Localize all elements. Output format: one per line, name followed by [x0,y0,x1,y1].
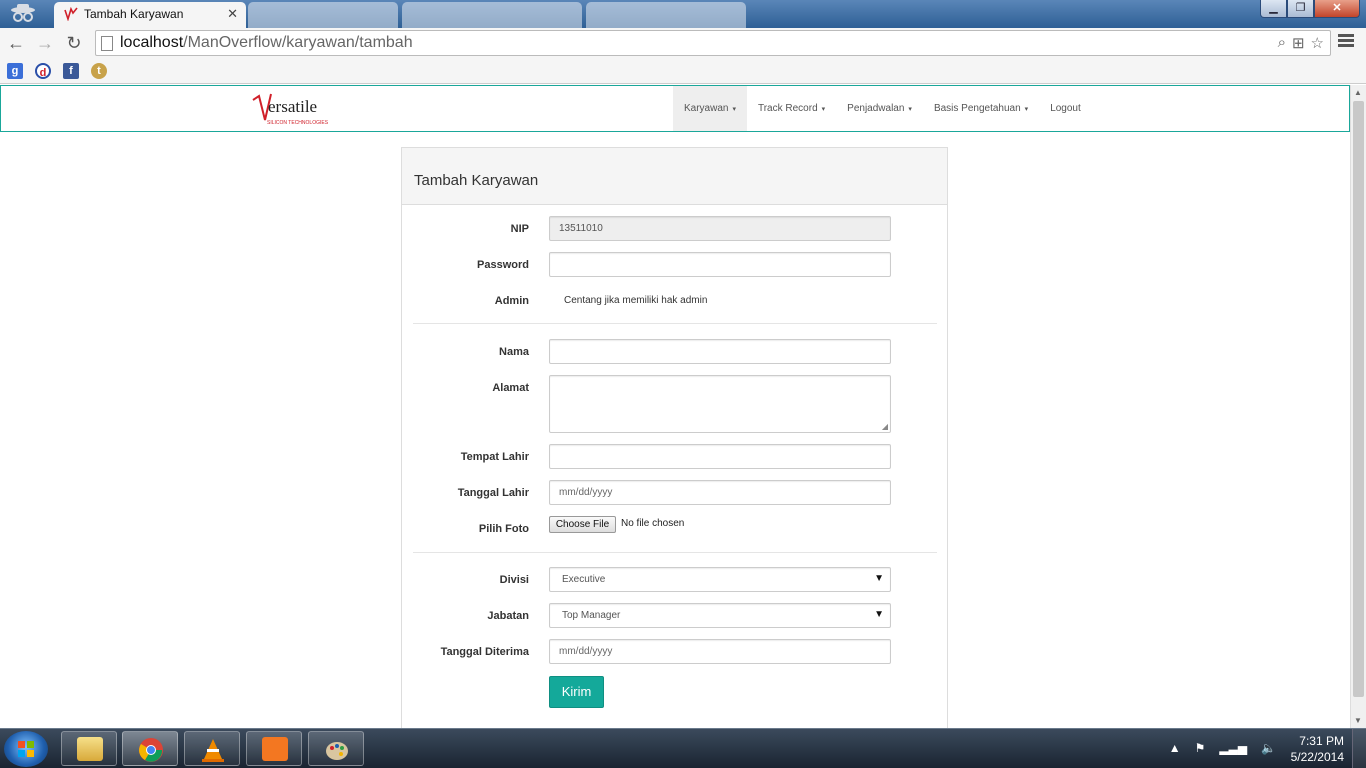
admin-checkbox-label[interactable]: Centang jika memiliki hak admin [564,295,707,306]
caret-down-icon: ▾ [1024,106,1029,113]
close-window-button[interactable]: ✕ [1314,0,1360,18]
page-icon [101,36,113,51]
divider [413,323,937,324]
vlc-cone-icon [200,737,226,762]
alamat-textarea[interactable]: ◢ [549,375,891,433]
scroll-thumb[interactable] [1353,101,1364,697]
clock-time: 7:31 PM [1299,734,1344,748]
reload-icon[interactable]: ↻ [63,32,85,54]
scroll-down-icon[interactable]: ▼ [1354,716,1362,725]
paint-palette-icon [324,737,350,761]
nip-label: NIP [510,223,529,235]
url-text: localhost/ManOverflow/karyawan/tambah [120,34,413,51]
window-controls: ▁ ❐ ✕ [1260,0,1360,18]
zoom-icon[interactable]: ⌕ [1278,34,1286,52]
site-navbar: ersatile SILICON TECHNOLOGIES Karyawan ▾ … [0,85,1350,132]
tab-inactive-3[interactable] [586,2,746,28]
maximize-button[interactable]: ❐ [1287,0,1314,18]
pilih-foto-label: Pilih Foto [478,523,529,535]
jabatan-select[interactable]: Top Manager ▼ [549,603,891,628]
nav-basis-pengetahuan[interactable]: Basis Pengetahuan ▾ [923,86,1039,131]
resize-grip-icon[interactable]: ◢ [882,422,888,431]
network-icon[interactable]: ▂▃▅ [1219,741,1247,755]
chrome-icon [138,737,164,762]
browser-titlebar: Tambah Karyawan ✕ ▁ ❐ ✕ [0,0,1366,28]
versatile-logo[interactable]: ersatile SILICON TECHNOLOGIES [251,90,331,133]
divisi-select[interactable]: Executive ▼ [549,567,891,592]
file-status: No file chosen [621,518,685,529]
taskbar-explorer[interactable] [61,731,117,766]
caret-down-icon: ▾ [732,106,736,113]
svg-text:SILICON TECHNOLOGIES: SILICON TECHNOLOGIES [267,120,329,126]
clock-date: 5/22/2014 [1290,750,1344,764]
nav-karyawan[interactable]: Karyawan ▾ [673,86,747,131]
caret-down-icon: ▾ [908,106,912,113]
bookmark-2-icon[interactable]: d [35,63,51,79]
versatile-favicon-icon [64,6,78,24]
xampp-icon [262,737,288,761]
nav-penjadwalan[interactable]: Penjadwalan ▾ [836,86,923,131]
taskbar-vlc[interactable] [184,731,240,766]
tab-inactive-1[interactable] [248,2,398,28]
volume-icon[interactable]: 🔈 [1261,741,1276,755]
page-viewport: ersatile SILICON TECHNOLOGIES Karyawan ▾ … [0,85,1350,728]
nav-track-record[interactable]: Track Record ▾ [747,86,836,131]
admin-label: Admin [494,295,529,307]
facebook-bookmark-icon[interactable]: f [63,63,79,79]
tambah-karyawan-panel: Tambah Karyawan NIP 13511010 Password Ad… [401,147,948,728]
windows-taskbar: ▲ ⚑ ▂▃▅ 🔈 7:31 PM 5/22/2014 [0,728,1366,768]
tempat-lahir-field[interactable] [549,444,891,469]
show-hidden-icons-icon[interactable]: ▲ [1169,741,1181,755]
back-icon[interactable]: ← [5,32,27,54]
tanggal-lahir-field[interactable]: mm/dd/yyyy [549,480,891,505]
taskbar-chrome[interactable] [122,731,178,766]
dropdown-arrow-icon: ▼ [874,609,884,620]
nama-field[interactable] [549,339,891,364]
scroll-up-icon[interactable]: ▲ [1354,88,1362,97]
action-center-icon[interactable]: ⚑ [1195,741,1206,755]
clock[interactable]: 7:31 PM 5/22/2014 [1291,733,1344,765]
nav-logout[interactable]: Logout [1039,86,1092,131]
dropdown-arrow-icon: ▼ [874,573,884,584]
show-desktop-button[interactable] [1352,729,1366,768]
nip-field: 13511010 [549,216,891,241]
tanggal-lahir-label: Tanggal Lahir [457,487,529,499]
kirim-button[interactable]: Kirim [549,676,604,708]
password-field[interactable] [549,252,891,277]
folder-icon [77,737,103,761]
forward-icon[interactable]: → [34,32,56,54]
bookmarks-bar: g d f t [0,58,1366,84]
minimize-button[interactable]: ▁ [1260,0,1287,18]
nama-label: Nama [499,346,529,358]
tanggal-diterima-field[interactable]: mm/dd/yyyy [549,639,891,664]
tab-title: Tambah Karyawan [84,7,184,21]
google-bookmark-icon[interactable]: g [7,63,23,79]
browser-toolbar: ← → ↻ localhost/ManOverflow/karyawan/tam… [0,28,1366,58]
panel-title: Tambah Karyawan [402,148,947,205]
tempat-lahir-label: Tempat Lahir [460,451,529,463]
tab-inactive-2[interactable] [402,2,582,28]
jabatan-label: Jabatan [487,610,529,622]
divisi-label: Divisi [499,574,529,586]
svg-text:ersatile: ersatile [268,97,317,116]
divider [413,552,937,553]
address-bar[interactable]: localhost/ManOverflow/karyawan/tambah ⌕ … [95,30,1331,56]
choose-file-button[interactable]: Choose File [549,516,616,533]
alamat-label: Alamat [492,382,529,394]
taskbar-xampp[interactable] [246,731,302,766]
caret-down-icon: ▾ [821,106,826,113]
taskbar-paint[interactable] [308,731,364,766]
main-nav: Karyawan ▾ Track Record ▾ Penjadwalan ▾ Bas… [673,86,1092,131]
incognito-icon [6,2,40,26]
tanggal-diterima-label: Tanggal Diterima [440,646,529,658]
bookmark-star-icon[interactable]: ☆ [1311,34,1324,52]
bookmark-4-icon[interactable]: t [91,63,107,79]
chrome-menu-icon[interactable] [1338,34,1354,49]
start-button[interactable] [4,731,48,767]
translate-icon[interactable]: ⊞ [1292,34,1305,52]
password-label: Password [477,259,529,271]
tab-active[interactable]: Tambah Karyawan ✕ [54,2,246,28]
page-scrollbar[interactable]: ▲ ▼ [1350,85,1366,728]
close-tab-icon[interactable]: ✕ [227,6,238,22]
